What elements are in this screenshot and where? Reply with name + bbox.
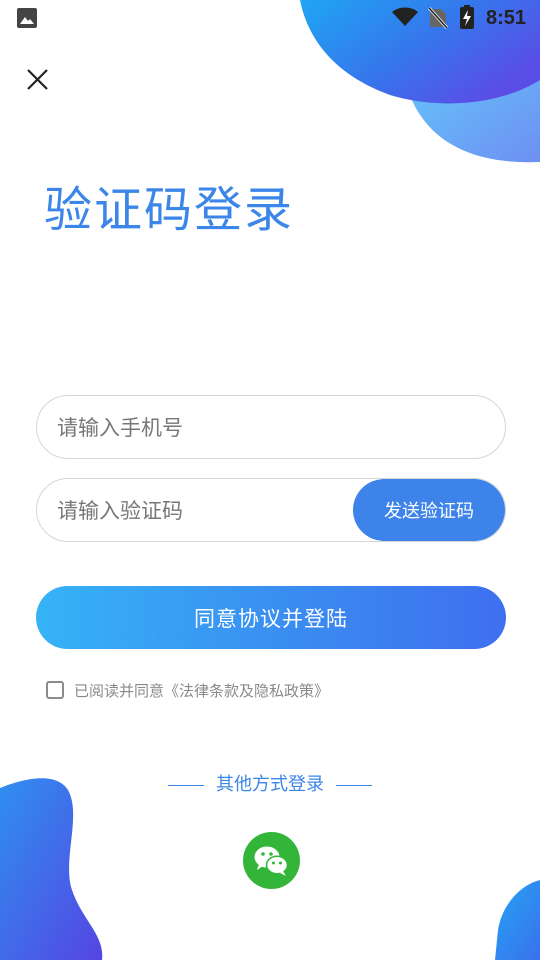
wifi-icon	[392, 7, 418, 32]
close-icon	[27, 69, 48, 90]
divider-line-right	[335, 784, 372, 786]
no-sim-icon	[427, 6, 449, 34]
agreement-checkbox[interactable]	[46, 681, 64, 699]
other-login-label: 其他方式登录	[216, 774, 324, 795]
image-icon	[17, 8, 37, 33]
phone-input[interactable]	[55, 396, 359, 460]
status-bar: 8:51	[0, 0, 540, 38]
bottom-left-blob-decoration	[0, 778, 103, 960]
wechat-icon	[254, 846, 289, 876]
close-button[interactable]	[22, 64, 54, 96]
other-login-divider: 其他方式登录	[0, 770, 540, 796]
send-code-button[interactable]: 发送验证码	[353, 479, 505, 541]
wechat-login-button[interactable]	[243, 832, 300, 889]
battery-charging-icon	[460, 5, 474, 34]
bottom-right-blob-decoration	[495, 880, 540, 960]
divider-line-left	[168, 784, 205, 786]
phone-field[interactable]	[36, 395, 506, 460]
agree-and-login-button[interactable]: 同意协议并登陆	[36, 586, 506, 649]
status-time: 8:51	[485, 7, 526, 29]
code-input[interactable]	[55, 479, 349, 543]
agreement-text[interactable]: 已阅读并同意《法律条款及隐私政策》	[74, 680, 329, 701]
page-title: 验证码登录	[44, 182, 295, 238]
code-field[interactable]: 发送验证码	[36, 478, 506, 543]
agreement-row: 已阅读并同意《法律条款及隐私政策》	[46, 679, 329, 701]
